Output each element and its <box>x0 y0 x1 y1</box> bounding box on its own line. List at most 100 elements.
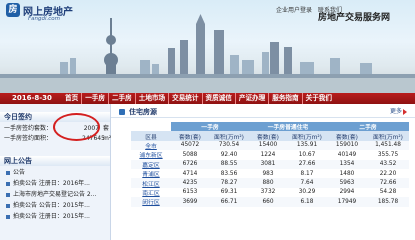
logo-icon: 房 <box>6 3 20 17</box>
column-header: 套数(套) <box>171 131 209 141</box>
site-title: 房地产交易服务网 <box>318 13 391 23</box>
nav-new-homes[interactable]: 一手房 <box>81 93 108 104</box>
column-header: 面积(万m²) <box>367 131 409 141</box>
table-row: 闵行区 3699 66.71 660 6.18 17949 185.78 <box>131 197 409 207</box>
table-row: 松江区 4235 78.27 880 7.64 5963 72.66 <box>131 178 409 188</box>
table-cell: 83.56 <box>209 168 249 179</box>
table-cell: 185.78 <box>367 197 409 207</box>
table-cell: 135.91 <box>287 140 327 151</box>
bullet-icon <box>6 192 10 197</box>
group-header-blank <box>131 122 171 132</box>
column-header: 面积(万m²) <box>209 131 249 141</box>
table-cell: 22.20 <box>367 168 409 179</box>
table-cell: 92.40 <box>209 150 249 160</box>
notices-heading: 网上公告 <box>0 156 110 166</box>
red-circle-annotation <box>53 113 100 141</box>
table-cell: 30.29 <box>287 187 327 198</box>
notice-text: 公告 <box>13 169 26 176</box>
signed-units-unit: 套 <box>103 125 110 132</box>
table-cell: 6153 <box>171 187 209 198</box>
nav-resale[interactable]: 二手房 <box>107 93 135 104</box>
table-row: 浦东新区 5088 92.40 1224 10.67 40149 355.75 <box>131 150 409 160</box>
table-row: 全市 45072 730.54 15400 135.91 159010 1,45… <box>131 140 409 151</box>
nav-items: 首页 一手房 二手房 土地市场 交易统计 资质诚信 产证办理 服务指南 关于我们 <box>62 93 335 104</box>
group-header: 一手房普通住宅 <box>249 122 327 132</box>
nav-home[interactable]: 首页 <box>62 93 81 104</box>
table-cell: 8.17 <box>287 168 327 179</box>
nav-certificate[interactable]: 产证办理 <box>234 93 268 104</box>
table-cell: 10.67 <box>287 150 327 160</box>
group-header: 一手房 <box>171 122 249 132</box>
district-link[interactable]: 南汇区 <box>131 187 171 198</box>
bullet-icon <box>6 181 10 186</box>
nav-land-market[interactable]: 土地市场 <box>134 93 168 104</box>
logo-subtitle: Fangdi.com <box>28 16 61 22</box>
notice-text: 拍卖公告 注册日：2015年... <box>13 213 90 220</box>
table-cell: 4714 <box>171 168 209 179</box>
table-cell: 159010 <box>327 140 367 151</box>
table-cell: 3081 <box>249 159 287 169</box>
header-banner: 房 网上房地产 Fangdi.com 企业用户登录 联系我们 房地产交易服务网 <box>0 0 415 93</box>
district-link[interactable]: 浦东新区 <box>131 150 171 160</box>
district-link[interactable]: 松江区 <box>131 178 171 188</box>
table-cell: 66.71 <box>209 197 249 207</box>
more-label: 更多 <box>389 108 402 115</box>
nav-about-us[interactable]: 关于我们 <box>301 93 335 104</box>
column-header: 套数(套) <box>327 131 367 141</box>
nav-credit[interactable]: 资质诚信 <box>201 93 235 104</box>
enterprise-login-link[interactable]: 企业用户登录 <box>276 7 312 14</box>
group-header: 二手房 <box>327 122 409 132</box>
table-row: 嘉定区 6726 88.55 3081 27.66 1354 43.52 <box>131 159 409 169</box>
current-date: 2016-8-30 <box>12 94 52 102</box>
table-cell: 72.66 <box>367 178 409 188</box>
main-nav: 2016-8-30 首页 一手房 二手房 土地市场 交易统计 资质诚信 产证办理… <box>0 93 415 104</box>
table-cell: 27.66 <box>287 159 327 169</box>
notice-text: 拍卖公告 公告日：2015年... <box>13 202 90 209</box>
district-link[interactable]: 青浦区 <box>131 168 171 179</box>
table-cell: 880 <box>249 178 287 188</box>
table-cell: 1354 <box>327 159 367 169</box>
district-link[interactable]: 嘉定区 <box>131 159 171 169</box>
table-cell: 6.18 <box>287 197 327 207</box>
table-cell: 2994 <box>327 187 367 198</box>
nav-service-guide[interactable]: 服务指南 <box>268 93 301 104</box>
table-cell: 40149 <box>327 150 367 160</box>
notice-item[interactable]: 公告 <box>6 168 106 177</box>
bullet-icon <box>6 214 10 219</box>
site-logo[interactable]: 房 网上房地产 Fangdi.com <box>6 3 116 29</box>
signed-units-label: 一手房签约套数： <box>4 125 53 132</box>
column-header: 套数(套) <box>249 131 287 141</box>
nav-statistics[interactable]: 交易统计 <box>168 93 201 104</box>
table-cell: 983 <box>249 168 287 179</box>
notice-item[interactable]: 上海市房地产交易登记公告 2... <box>6 190 106 199</box>
table-row: 青浦区 4714 83.56 983 8.17 1480 22.20 <box>131 168 409 179</box>
table-cell: 88.55 <box>209 159 249 169</box>
bullet-icon <box>6 203 10 208</box>
table-cell: 1480 <box>327 168 367 179</box>
table-cell: 660 <box>249 197 287 207</box>
table-cell: 54.28 <box>367 187 409 198</box>
table-cell: 3699 <box>171 197 209 207</box>
panel-title: 住宅房源 <box>129 108 157 116</box>
table-cell: 45072 <box>171 140 209 151</box>
table-cell: 78.27 <box>209 178 249 188</box>
table-cell: 17949 <box>327 197 367 207</box>
table-cell: 15400 <box>249 140 287 151</box>
house-icon <box>119 109 125 115</box>
notice-item[interactable]: 拍卖公告 注册日：2015年... <box>6 212 106 221</box>
signed-area-label: 一手房签约面积： <box>4 135 53 142</box>
column-header: 面积(万m²) <box>287 131 327 141</box>
notice-item[interactable]: 拍卖公告 公告日：2015年... <box>6 201 106 210</box>
table-cell: 5963 <box>327 178 367 188</box>
group-header-row: 一手房 一手房普通住宅 二手房 <box>131 122 409 132</box>
table-cell: 1224 <box>249 150 287 160</box>
district-link[interactable]: 全市 <box>131 140 171 151</box>
table-cell: 355.75 <box>367 150 409 160</box>
district-link[interactable]: 闵行区 <box>131 197 171 207</box>
page: 房 网上房地产 Fangdi.com 企业用户登录 联系我们 房地产交易服务网 … <box>0 0 415 240</box>
table-cell: 3732 <box>249 187 287 198</box>
notice-text: 拍卖公告 注册日：2016年... <box>13 180 90 187</box>
more-link[interactable]: 更多 <box>390 107 407 117</box>
notice-item[interactable]: 拍卖公告 注册日：2016年... <box>6 179 106 188</box>
table-cell: 4235 <box>171 178 209 188</box>
